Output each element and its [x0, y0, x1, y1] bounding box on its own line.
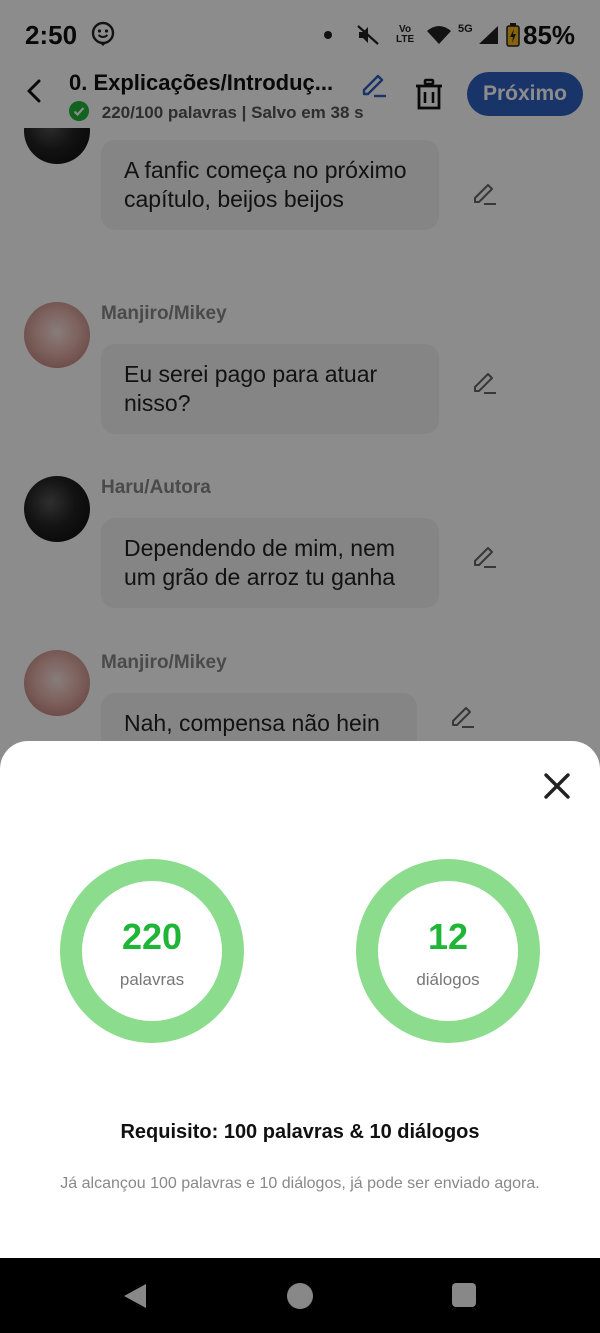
requirement-note: Já alcançou 100 palavras e 10 diálogos, … — [60, 1175, 540, 1192]
system-nav-bar — [0, 1258, 600, 1333]
nav-recents-icon[interactable] — [452, 1283, 476, 1307]
dialogs-label: diálogos — [416, 970, 480, 989]
words-value: 220 — [121, 916, 183, 957]
stats-bottom-sheet: 220 palavras 12 diálogos Requisito: 100 … — [0, 741, 600, 1258]
close-icon[interactable] — [541, 770, 573, 802]
words-label: palavras — [119, 970, 185, 989]
dialogs-stat: 12 diálogos — [355, 858, 541, 1044]
nav-back-icon[interactable] — [122, 1282, 148, 1310]
dialogs-value: 12 — [427, 916, 469, 957]
nav-home-icon[interactable] — [287, 1283, 313, 1309]
requirement-text: Requisito: 100 palavras & 10 diálogos — [120, 1121, 480, 1143]
words-stat: 220 palavras — [59, 858, 245, 1044]
